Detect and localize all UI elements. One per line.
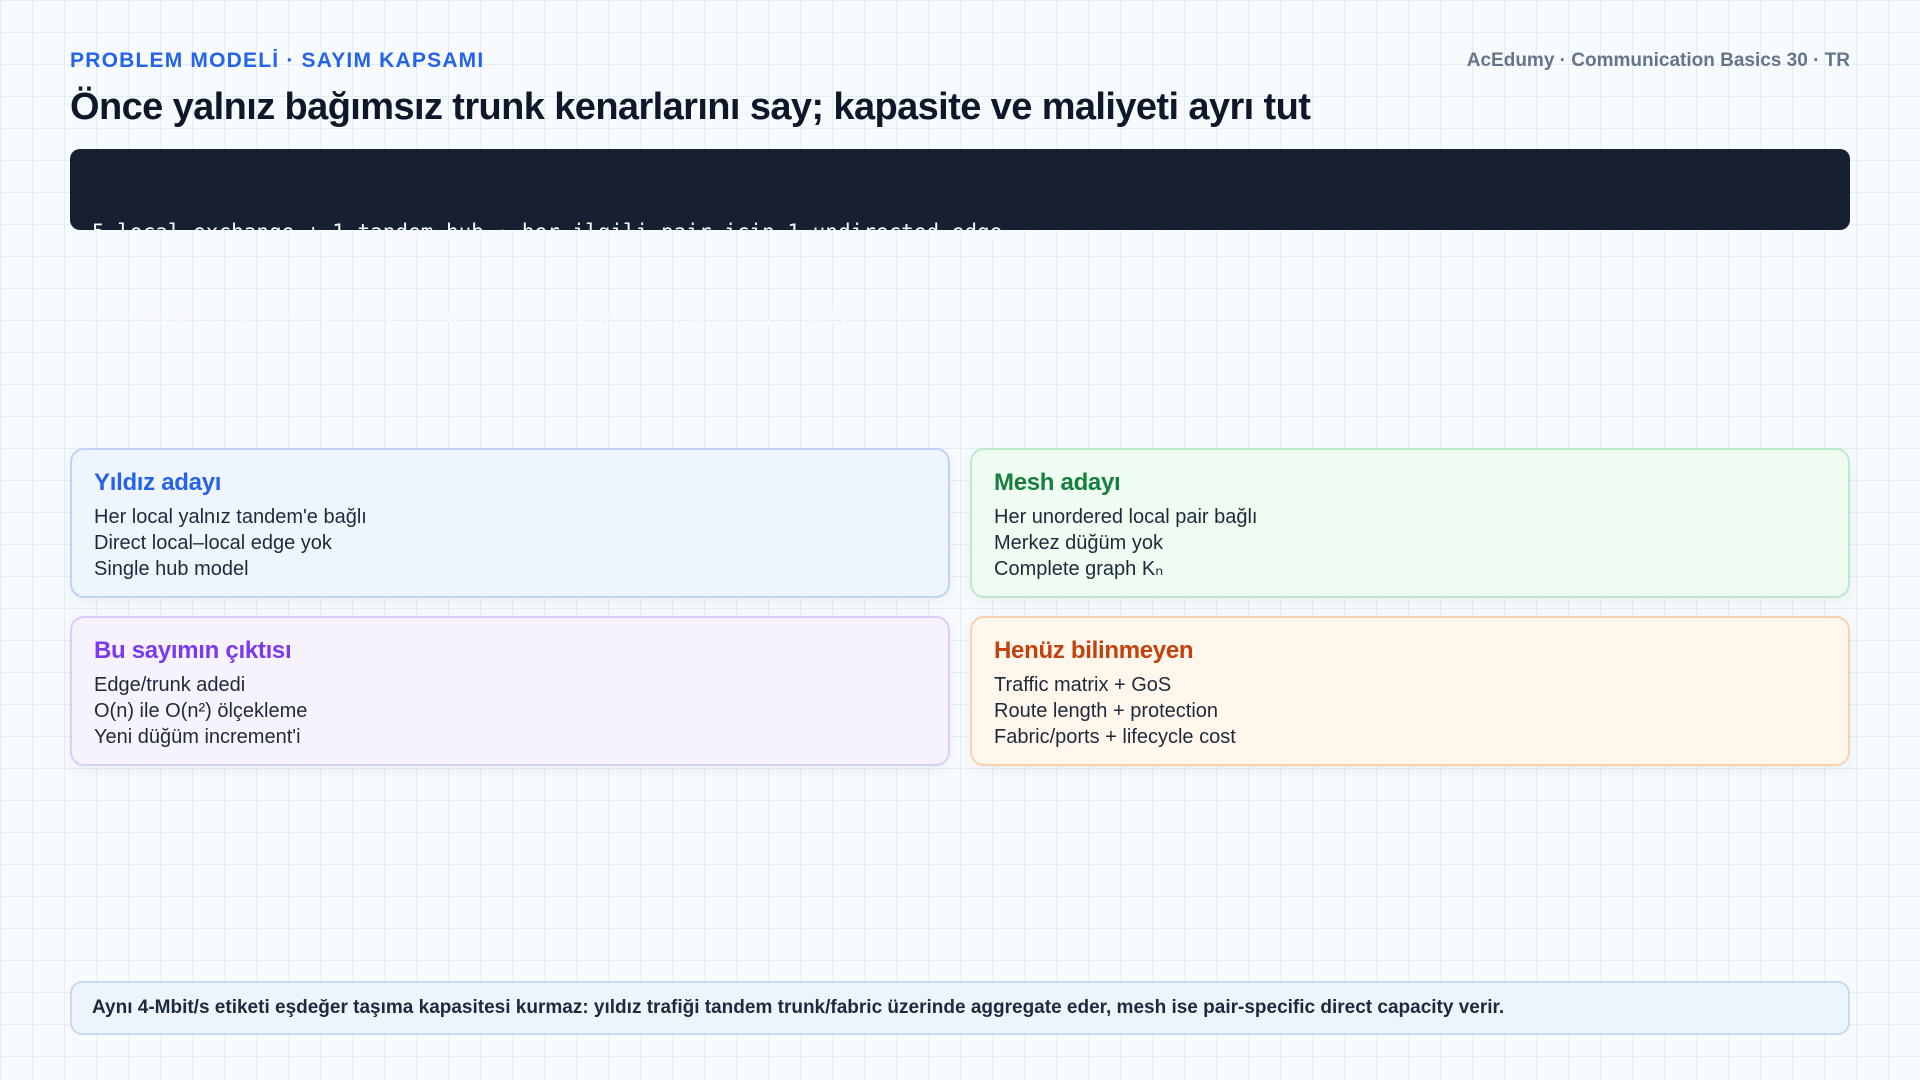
card-list: Her local yalnız tandem'e bağlı Direct l… — [94, 504, 926, 582]
list-item: Direct local–local edge yok — [94, 532, 332, 554]
card-mesh-candidate: Mesh adayı Her unordered local pair bağl… — [970, 448, 1850, 598]
list-item: Route length + protection — [994, 700, 1219, 722]
section-kicker: PROBLEM MODELİ · SAYIM KAPSAMI — [70, 49, 485, 72]
card-unknowns: Henüz bilinmeyen Traffic matrix + GoS Ro… — [970, 616, 1850, 766]
code-line: 5 local exchange + 1 tandem hub · her il… — [92, 220, 1003, 244]
list-item: Traffic matrix + GoS — [994, 674, 1172, 696]
card-title: Bu sayımın çıktısı — [94, 637, 292, 664]
list-item: Her local yalnız tandem'e bağlı — [94, 506, 367, 528]
code-line: Her edge 4 Mbit/s varsayılıyor ≠ iki top… — [92, 304, 914, 328]
code-box: 5 local exchange + 1 tandem hub · her il… — [70, 149, 1850, 328]
list-item: O(n) ile O(n²) ölçekleme — [94, 700, 308, 722]
card-star-candidate: Yıldız adayı Her local yalnız tandem'e b… — [70, 448, 950, 598]
list-item: Merkez düğüm yok — [994, 532, 1163, 554]
card-list: Traffic matrix + GoS Route length + prot… — [994, 672, 1826, 750]
list-item: Yeni düğüm increment'i — [94, 726, 301, 748]
card-title: Henüz bilinmeyen — [994, 637, 1194, 664]
list-item: Her unordered local pair bağlı — [994, 506, 1258, 528]
footer-note-text: Aynı 4-Mbit/s etiketi eşdeğer taşıma kap… — [92, 997, 1505, 1018]
card-count-output: Bu sayımın çıktısı Edge/trunk adedi O(n)… — [70, 616, 950, 766]
list-item: Edge/trunk adedi — [94, 674, 246, 696]
list-item: Single hub model — [94, 558, 249, 580]
slide-title: Önce yalnız bağımsız trunk kenarlarını s… — [70, 86, 1311, 128]
brand-label: AcEdumy · Communication Basics 30 · TR — [1466, 50, 1850, 71]
list-item: Complete graph Kₙ — [994, 558, 1164, 580]
card-list: Her unordered local pair bağlı Merkez dü… — [994, 504, 1826, 582]
card-title: Yıldız adayı — [94, 469, 222, 496]
card-list: Edge/trunk adedi O(n) ile O(n²) ölçeklem… — [94, 672, 926, 750]
card-title: Mesh adayı — [994, 469, 1121, 496]
footer-note: Aynı 4-Mbit/s etiketi eşdeğer taşıma kap… — [70, 981, 1850, 1035]
list-item: Fabric/ports + lifecycle cost — [994, 726, 1236, 748]
